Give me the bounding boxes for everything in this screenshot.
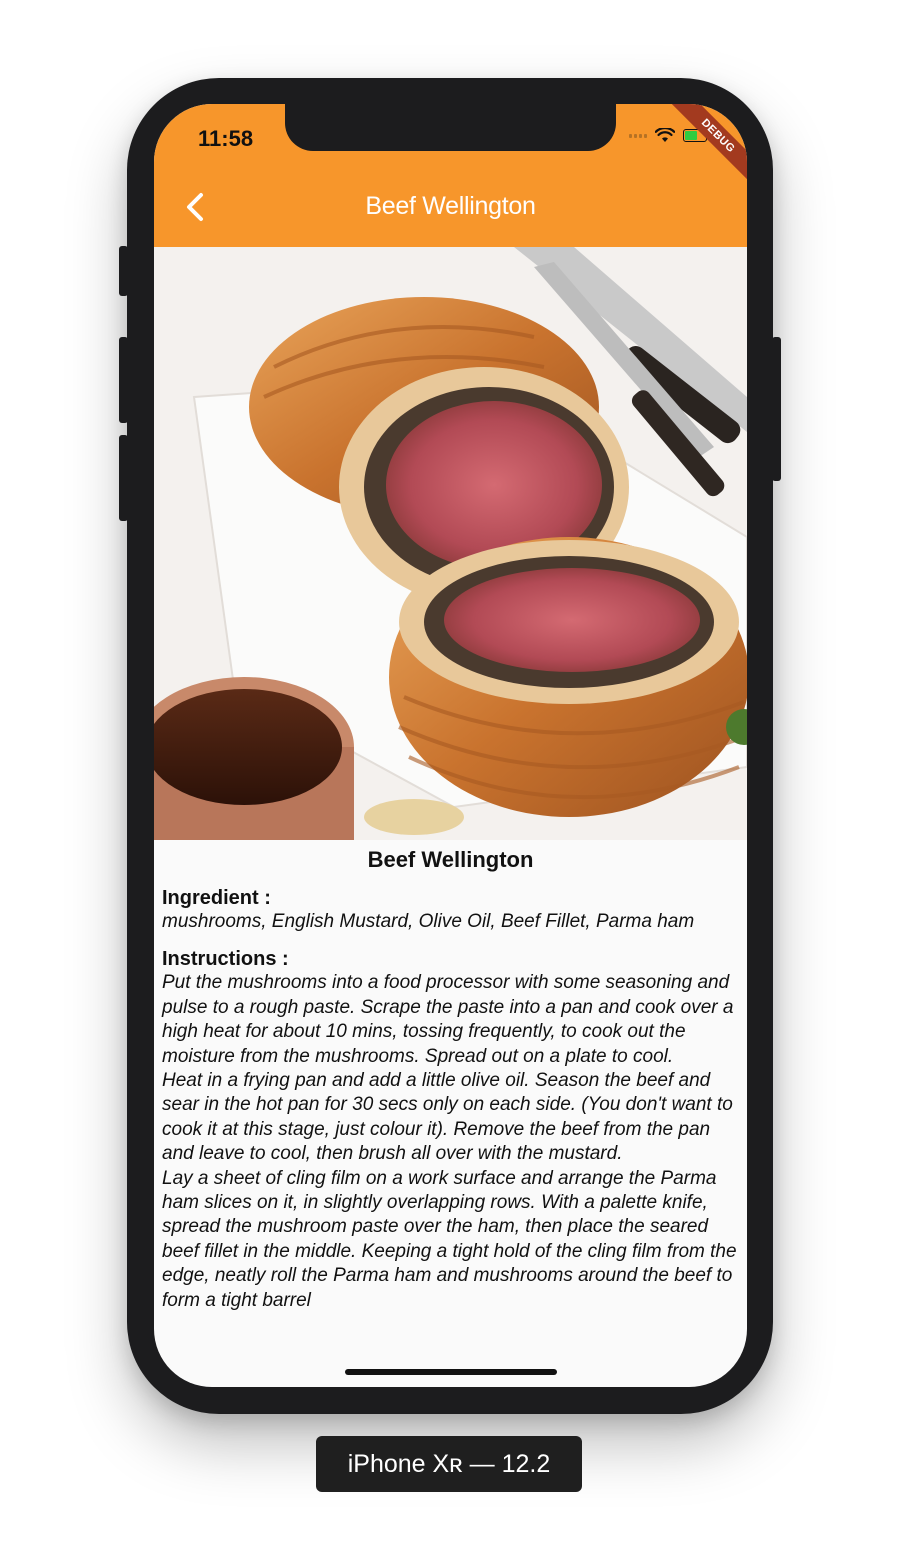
device-label: iPhone Xʀ — 12.2	[316, 1436, 582, 1492]
debug-banner: DEBUG	[664, 104, 747, 190]
mute-switch	[119, 246, 128, 296]
notch	[285, 104, 616, 151]
instructions-text: Put the mushrooms into a food processor …	[162, 972, 737, 1311]
volume-up-button	[119, 337, 128, 423]
home-indicator[interactable]	[345, 1369, 557, 1375]
beef-wellington-photo	[154, 247, 747, 840]
recipe-name: Beef Wellington	[367, 847, 534, 872]
ingredient-list: mushrooms, English Mustard, Olive Oil, B…	[162, 911, 695, 932]
wifi-icon	[655, 128, 675, 142]
app-bar: 11:58 DEBUG Beef Wellington	[154, 104, 747, 247]
status-time: 11:58	[198, 126, 254, 151]
page-title: Beef Wellington	[365, 192, 536, 220]
ingredient-heading: Ingredient :	[162, 887, 271, 909]
screen: 11:58 DEBUG Beef Wellington Beef Welling…	[154, 104, 747, 1387]
signal-icon	[629, 133, 647, 138]
recipe-details: Beef Wellington Ingredient : mushrooms, …	[154, 840, 747, 1313]
power-button	[772, 337, 781, 481]
recipe-image	[154, 247, 747, 840]
status-icons	[629, 128, 707, 143]
volume-down-button	[119, 435, 128, 521]
instructions-heading: Instructions :	[162, 948, 289, 971]
